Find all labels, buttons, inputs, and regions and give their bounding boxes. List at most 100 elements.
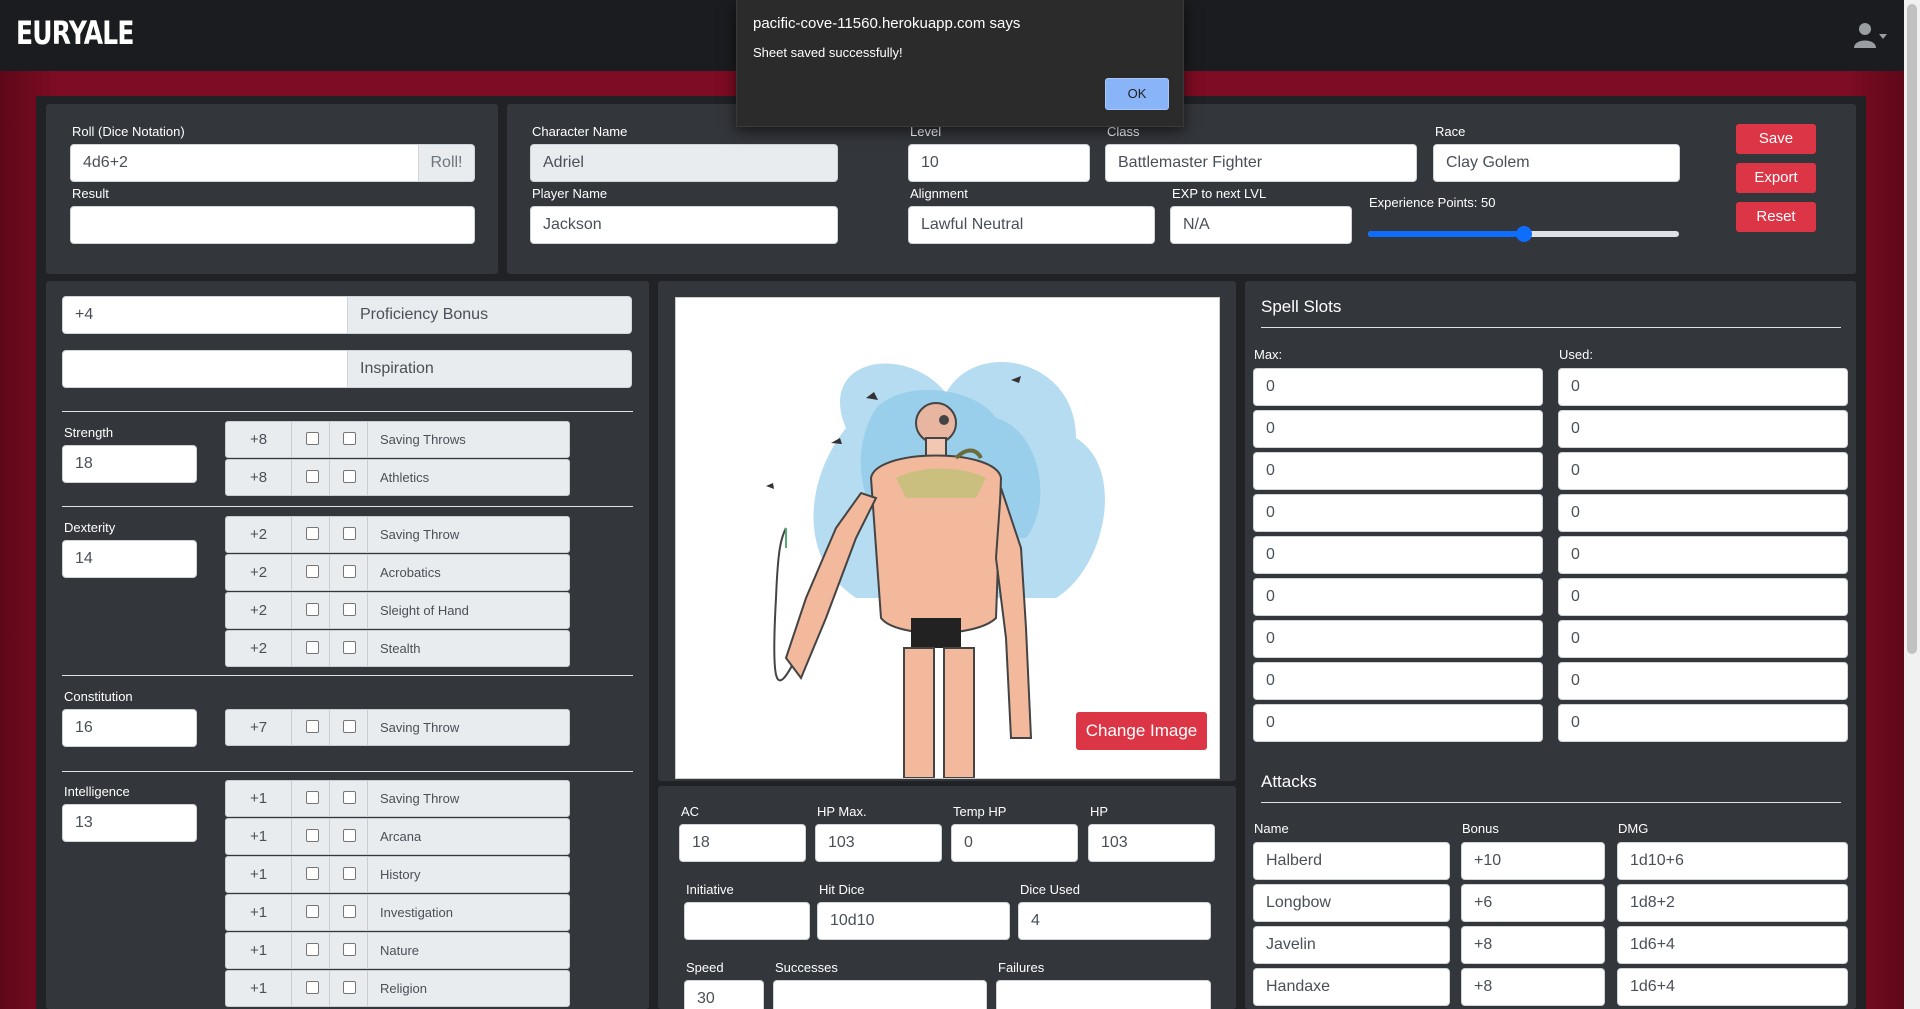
expertise-checkbox[interactable]: [343, 470, 356, 483]
result-field[interactable]: [70, 206, 475, 244]
page-scrollbar[interactable]: [1904, 0, 1920, 1009]
spell-slot-max-field[interactable]: 0: [1253, 452, 1543, 490]
skill-modifier[interactable]: +2: [226, 517, 292, 552]
proficiency-checkbox[interactable]: [306, 470, 319, 483]
spell-slot-used-field[interactable]: 0: [1558, 704, 1848, 742]
spell-slot-used-field[interactable]: 0: [1558, 578, 1848, 616]
expertise-checkbox[interactable]: [343, 943, 356, 956]
save-button[interactable]: Save: [1736, 124, 1816, 154]
proficiency-checkbox[interactable]: [306, 943, 319, 956]
skill-modifier[interactable]: +8: [226, 422, 292, 457]
skill-modifier[interactable]: +7: [226, 710, 292, 745]
proficiency-bonus-field[interactable]: +4: [62, 296, 348, 334]
attack-bonus-field[interactable]: +8: [1461, 968, 1605, 1006]
skill-modifier[interactable]: +2: [226, 631, 292, 666]
attack-name-field[interactable]: Longbow: [1253, 884, 1450, 922]
scrollbar-thumb[interactable]: [1907, 4, 1917, 654]
attack-bonus-field[interactable]: +6: [1461, 884, 1605, 922]
proficiency-checkbox[interactable]: [306, 791, 319, 804]
ability-score-field[interactable]: 18: [62, 445, 197, 483]
skill-modifier[interactable]: +1: [226, 819, 292, 854]
attack-dmg-field[interactable]: 1d10+6: [1617, 842, 1848, 880]
hp-field[interactable]: 103: [1088, 824, 1215, 862]
spell-slot-max-field[interactable]: 0: [1253, 494, 1543, 532]
spell-slot-used-field[interactable]: 0: [1558, 452, 1848, 490]
change-image-button[interactable]: Change Image: [1076, 712, 1207, 750]
diceused-field[interactable]: 4: [1018, 902, 1211, 940]
expertise-checkbox[interactable]: [343, 641, 356, 654]
proficiency-checkbox[interactable]: [306, 432, 319, 445]
export-button[interactable]: Export: [1736, 163, 1816, 193]
attack-bonus-field[interactable]: +10: [1461, 842, 1605, 880]
expertise-checkbox[interactable]: [343, 791, 356, 804]
expertise-checkbox[interactable]: [343, 981, 356, 994]
spell-slot-used-field[interactable]: 0: [1558, 620, 1848, 658]
attack-name-field[interactable]: Javelin: [1253, 926, 1450, 964]
expertise-checkbox[interactable]: [343, 603, 356, 616]
failures-field[interactable]: [996, 980, 1211, 1009]
ability-score-field[interactable]: 13: [62, 804, 197, 842]
spell-slot-used-field[interactable]: 0: [1558, 410, 1848, 448]
speed-field[interactable]: 30: [684, 980, 764, 1009]
proficiency-checkbox[interactable]: [306, 829, 319, 842]
class-field[interactable]: Battlemaster Fighter: [1105, 144, 1417, 182]
character-name-field[interactable]: Adriel: [530, 144, 838, 182]
proficiency-checkbox[interactable]: [306, 565, 319, 578]
brand-logo[interactable]: EURYALE: [16, 14, 134, 52]
proficiency-checkbox[interactable]: [306, 603, 319, 616]
expertise-checkbox[interactable]: [343, 527, 356, 540]
expertise-checkbox[interactable]: [343, 905, 356, 918]
successes-field[interactable]: [773, 980, 987, 1009]
spell-slot-used-field[interactable]: 0: [1558, 662, 1848, 700]
skill-modifier[interactable]: +1: [226, 781, 292, 816]
dialog-ok-button[interactable]: OK: [1105, 78, 1169, 110]
inspiration-field[interactable]: [62, 350, 348, 388]
expertise-checkbox[interactable]: [343, 565, 356, 578]
user-menu-icon[interactable]: [1854, 22, 1888, 48]
xp-slider[interactable]: [1368, 226, 1679, 242]
hpmax-field[interactable]: 103: [815, 824, 942, 862]
proficiency-checkbox[interactable]: [306, 641, 319, 654]
level-field[interactable]: 10: [908, 144, 1090, 182]
proficiency-checkbox[interactable]: [306, 981, 319, 994]
attack-dmg-field[interactable]: 1d6+4: [1617, 968, 1848, 1006]
expertise-checkbox[interactable]: [343, 867, 356, 880]
reset-button[interactable]: Reset: [1736, 202, 1816, 232]
expertise-checkbox[interactable]: [343, 720, 356, 733]
skill-modifier[interactable]: +8: [226, 460, 292, 495]
skill-modifier[interactable]: +1: [226, 933, 292, 968]
exp-next-field[interactable]: N/A: [1170, 206, 1352, 244]
roll-input[interactable]: 4d6+2: [70, 144, 419, 182]
proficiency-checkbox[interactable]: [306, 905, 319, 918]
spell-slot-used-field[interactable]: 0: [1558, 368, 1848, 406]
skill-modifier[interactable]: +2: [226, 593, 292, 628]
spell-slot-max-field[interactable]: 0: [1253, 662, 1543, 700]
attack-dmg-field[interactable]: 1d6+4: [1617, 926, 1848, 964]
skill-modifier[interactable]: +2: [226, 555, 292, 590]
attack-dmg-field[interactable]: 1d8+2: [1617, 884, 1848, 922]
spell-slot-max-field[interactable]: 0: [1253, 410, 1543, 448]
spell-slot-max-field[interactable]: 0: [1253, 578, 1543, 616]
spell-slot-used-field[interactable]: 0: [1558, 536, 1848, 574]
spell-slot-used-field[interactable]: 0: [1558, 494, 1848, 532]
initiative-field[interactable]: [684, 902, 810, 940]
spell-slot-max-field[interactable]: 0: [1253, 620, 1543, 658]
ability-score-field[interactable]: 16: [62, 709, 197, 747]
ability-score-field[interactable]: 14: [62, 540, 197, 578]
proficiency-checkbox[interactable]: [306, 527, 319, 540]
proficiency-checkbox[interactable]: [306, 720, 319, 733]
attack-name-field[interactable]: Handaxe: [1253, 968, 1450, 1006]
ac-field[interactable]: 18: [679, 824, 806, 862]
spell-slot-max-field[interactable]: 0: [1253, 368, 1543, 406]
roll-button[interactable]: Roll!: [418, 144, 475, 182]
alignment-field[interactable]: Lawful Neutral: [908, 206, 1155, 244]
race-field[interactable]: Clay Golem: [1433, 144, 1680, 182]
temphp-field[interactable]: 0: [951, 824, 1078, 862]
skill-modifier[interactable]: +1: [226, 857, 292, 892]
spell-slot-max-field[interactable]: 0: [1253, 704, 1543, 742]
hitdice-field[interactable]: 10d10: [817, 902, 1010, 940]
attack-name-field[interactable]: Halberd: [1253, 842, 1450, 880]
xp-slider-thumb[interactable]: [1515, 226, 1532, 242]
attack-bonus-field[interactable]: +8: [1461, 926, 1605, 964]
expertise-checkbox[interactable]: [343, 432, 356, 445]
